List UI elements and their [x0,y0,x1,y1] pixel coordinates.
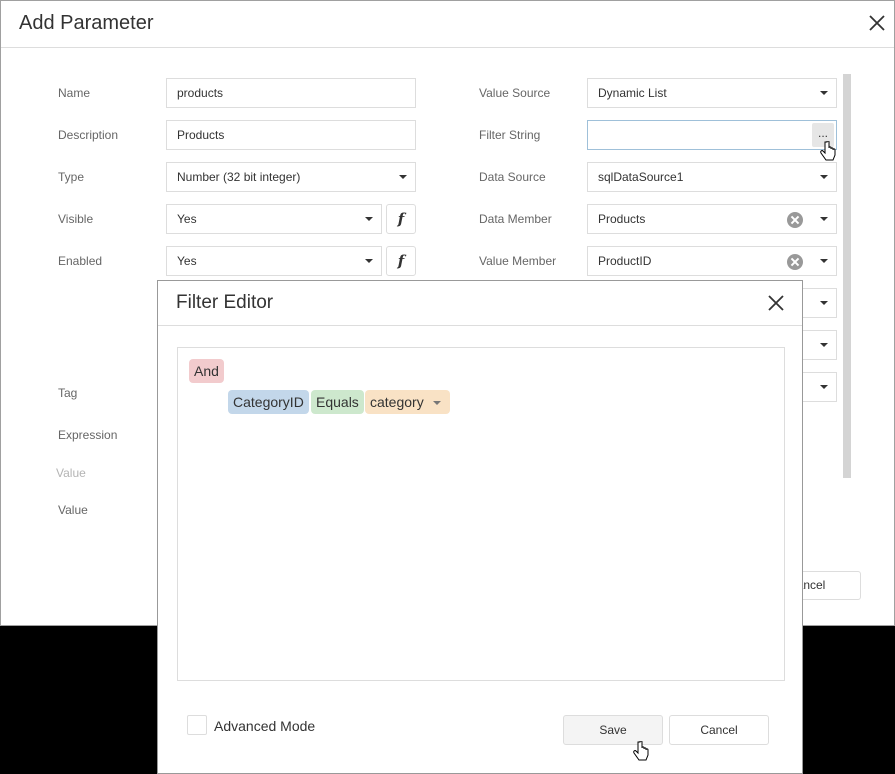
filter-editor-title: Filter Editor [176,292,274,313]
enabled-label: Enabled [58,254,103,268]
visible-value: Yes [177,212,197,226]
data-member-value: Products [598,212,646,226]
filter-string-label: Filter String [479,128,541,142]
value-source-value: Dynamic List [598,86,667,100]
cancel-button[interactable]: Cancel [669,715,769,745]
clear-icon[interactable] [787,212,803,228]
filter-tree: And CategoryID Equals category [177,347,785,681]
hand-cursor-icon [820,141,836,161]
name-value: products [177,86,224,100]
enabled-select[interactable]: Yes [166,246,382,276]
data-member-label: Data Member [479,212,552,226]
enabled-expression-button[interactable]: f [386,246,416,276]
enabled-value: Yes [177,254,197,268]
chevron-down-icon[interactable] [820,175,828,179]
filter-editor-dialog: Filter Editor And CategoryID Equals cate… [157,280,803,774]
value-member-select[interactable]: ProductID [587,246,837,276]
condition-field-token[interactable]: CategoryID [228,390,309,414]
visible-label: Visible [58,212,94,226]
value-label: Value [58,503,88,517]
value-source-label: Value Source [479,86,551,100]
chevron-down-icon[interactable] [820,385,828,389]
chevron-down-icon[interactable] [820,217,828,221]
name-input[interactable]: products [166,78,416,108]
type-value: Number (32 bit integer) [177,170,301,184]
value-member-label: Value Member [479,254,557,268]
tag-label: Tag [58,386,78,400]
dialog-title: Add Parameter [19,12,154,34]
filter-string-input[interactable]: ... [587,120,837,150]
value-source-select[interactable]: Dynamic List [587,78,837,108]
data-source-select[interactable]: sqlDataSource1 [587,162,837,192]
type-select[interactable]: Number (32 bit integer) [166,162,416,192]
chevron-down-icon[interactable] [820,301,828,305]
close-icon[interactable] [765,292,787,314]
type-label: Type [58,170,85,184]
chevron-down-icon[interactable] [399,175,407,179]
data-member-select[interactable]: Products [587,204,837,234]
chevron-down-icon[interactable] [820,259,828,263]
chevron-down-icon[interactable] [432,401,441,405]
value-label-dim: Value [56,466,86,480]
visible-select[interactable]: Yes [166,204,382,234]
description-input[interactable]: Products [166,120,416,150]
expression-label: Expression [58,428,118,442]
description-value: Products [177,128,225,142]
header-divider [158,325,802,326]
condition-value-text: category [370,394,424,410]
name-label: Name [58,86,91,100]
advanced-mode-label[interactable]: Advanced Mode [214,718,315,734]
condition-value-token[interactable]: category [365,390,450,414]
data-source-label: Data Source [479,170,546,184]
condition-operator-token[interactable]: Equals [311,390,364,414]
close-icon[interactable] [865,11,889,35]
group-operator-token[interactable]: And [189,359,224,383]
scrollbar[interactable] [843,74,851,478]
clear-icon[interactable] [787,254,803,270]
data-source-value: sqlDataSource1 [598,170,684,184]
chevron-down-icon[interactable] [820,91,828,95]
value-member-value: ProductID [598,254,652,268]
chevron-down-icon[interactable] [365,259,373,263]
chevron-down-icon[interactable] [820,343,828,347]
header-divider [1,47,894,48]
hand-cursor-icon [633,741,649,761]
chevron-down-icon[interactable] [365,217,373,221]
advanced-mode-checkbox[interactable] [187,715,207,735]
visible-expression-button[interactable]: f [386,204,416,234]
description-label: Description [58,128,119,142]
